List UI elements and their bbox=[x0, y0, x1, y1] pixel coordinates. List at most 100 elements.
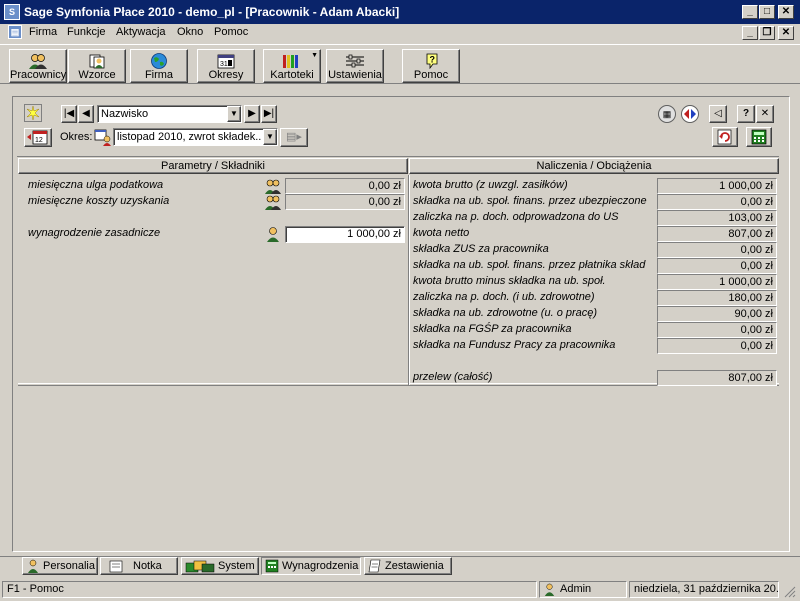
navigate-icon[interactable] bbox=[681, 105, 699, 123]
pomoc-button[interactable]: ? Pomoc bbox=[402, 49, 460, 83]
people-icon[interactable] bbox=[264, 194, 282, 210]
person-icon bbox=[28, 559, 38, 573]
prev-record-button[interactable]: ◀ bbox=[78, 105, 94, 123]
right-row-value[interactable]: 1 000,00 zł bbox=[657, 178, 777, 194]
right-row-value[interactable]: 0,00 zł bbox=[657, 242, 777, 258]
left-row-label: wynagrodzenie zasadnicze bbox=[28, 227, 161, 239]
pracownicy-button[interactable]: Pracownicy bbox=[9, 49, 67, 83]
right-row-value[interactable]: 1 000,00 zł bbox=[657, 274, 777, 290]
left-row-label: miesięczna ulga podatkowa bbox=[28, 179, 164, 191]
person-icon[interactable] bbox=[264, 226, 282, 242]
total-value[interactable]: 807,00 zł bbox=[657, 370, 777, 386]
tab-label: Wynagrodzenia bbox=[282, 560, 359, 572]
note-icon bbox=[109, 560, 123, 573]
sort-combo[interactable]: Nazwisko ▼ bbox=[97, 105, 242, 123]
menu-okno[interactable]: Okno bbox=[177, 26, 203, 38]
firma-button[interactable]: Firma bbox=[130, 49, 188, 83]
tab-zestawienia[interactable]: Zestawienia bbox=[364, 557, 452, 575]
okres-label: Okres: bbox=[60, 131, 93, 143]
svg-text:12: 12 bbox=[35, 137, 43, 144]
status-user: Admin bbox=[539, 581, 627, 598]
sort-value: Nazwisko bbox=[101, 108, 149, 120]
right-row-label: zaliczka na p. doch. odprowadzona do US bbox=[413, 211, 619, 223]
grid-view-icon[interactable]: ▦ bbox=[658, 105, 676, 123]
folders-icon bbox=[283, 55, 298, 68]
minimize-button[interactable]: _ bbox=[742, 5, 758, 19]
people-icon bbox=[29, 54, 47, 69]
wzorce-button[interactable]: Wzorce bbox=[68, 49, 126, 83]
status-date: niedziela, 31 października 20... bbox=[629, 581, 779, 598]
menu-firma[interactable]: Firma bbox=[29, 26, 57, 38]
right-row-value[interactable]: 180,00 zł bbox=[657, 290, 777, 306]
templates-icon bbox=[89, 54, 105, 69]
child-restore-button[interactable]: ❐ bbox=[759, 26, 775, 40]
right-row-label: kwota brutto minus składka na ub. społ. bbox=[413, 275, 606, 287]
back-button[interactable]: ◁ bbox=[709, 105, 727, 123]
close-button[interactable]: ✕ bbox=[778, 5, 794, 19]
system-icon bbox=[185, 560, 215, 573]
tab-label: Notka bbox=[133, 560, 162, 572]
child-close-button[interactable]: ✕ bbox=[778, 26, 794, 40]
title-bar[interactable]: S Sage Symfonia Płace 2010 - demo_pl - [… bbox=[0, 0, 800, 24]
sliders-icon bbox=[346, 54, 364, 68]
right-row-label: kwota netto bbox=[413, 227, 470, 239]
doc-icon[interactable]: ▤ bbox=[8, 25, 22, 39]
right-row-value[interactable]: 807,00 zł bbox=[657, 226, 777, 242]
globe-icon bbox=[151, 53, 167, 69]
tab-notka[interactable]: Notka bbox=[100, 557, 178, 575]
user-icon bbox=[544, 583, 555, 596]
left-row-label: miesięczne koszty uzyskania bbox=[28, 195, 170, 207]
calculator-icon bbox=[265, 559, 279, 573]
pracownicy-label: Pracownicy bbox=[10, 69, 67, 81]
right-row-value[interactable]: 0,00 zł bbox=[657, 338, 777, 354]
right-row-label: składka na Fundusz Pracy za pracownika bbox=[413, 339, 616, 351]
tab-wynagrodzenia[interactable]: Wynagrodzenia bbox=[261, 557, 361, 575]
wynagrodzenie-input[interactable]: 1 000,00 zł bbox=[285, 226, 405, 243]
left-row-value[interactable]: 0,00 zł bbox=[285, 194, 405, 210]
report-icon bbox=[368, 559, 381, 573]
right-row-label: składka na ub. społ. finans. przez ubezp… bbox=[413, 195, 647, 207]
okres-type-icon[interactable] bbox=[94, 129, 112, 146]
left-row-value[interactable]: 0,00 zł bbox=[285, 178, 405, 194]
status-user-name: Admin bbox=[560, 583, 592, 595]
tab-personalia[interactable]: Personalia bbox=[22, 557, 98, 575]
right-row-value[interactable]: 90,00 zł bbox=[657, 306, 777, 322]
right-row-value[interactable]: 0,00 zł bbox=[657, 194, 777, 210]
menu-funkcje[interactable]: Funkcje bbox=[67, 26, 106, 38]
chevron-down-icon[interactable]: ▼ bbox=[227, 106, 241, 122]
right-row-value[interactable]: 0,00 zł bbox=[657, 322, 777, 338]
child-minimize-button[interactable]: _ bbox=[742, 26, 758, 40]
toolbar: Pracownicy Wzorce Firma 31 Okresy Kartot… bbox=[0, 44, 800, 84]
dropdown-arrow-icon[interactable]: ▼ bbox=[311, 52, 318, 59]
maximize-button[interactable]: □ bbox=[759, 5, 775, 19]
right-column-header: Naliczenia / Obciążenia bbox=[409, 158, 779, 174]
calculator-icon[interactable] bbox=[746, 127, 772, 147]
new-record-icon[interactable] bbox=[24, 104, 42, 122]
last-record-button[interactable]: ▶| bbox=[261, 105, 277, 123]
help-button[interactable]: ? bbox=[737, 105, 755, 123]
resize-grip-icon[interactable] bbox=[782, 584, 796, 598]
ustawienia-button[interactable]: Ustawienia bbox=[326, 49, 384, 83]
calendar-icon: 31 bbox=[217, 54, 235, 69]
calendar-nav-icon[interactable]: 12 bbox=[24, 128, 52, 147]
refresh-icon[interactable] bbox=[712, 127, 738, 147]
panel-close-button[interactable]: ✕ bbox=[756, 105, 774, 123]
kartoteki-button[interactable]: Kartoteki ▼ bbox=[263, 49, 321, 83]
okres-list-icon[interactable]: ▤▸ bbox=[280, 128, 308, 147]
next-record-button[interactable]: ▶ bbox=[244, 105, 260, 123]
tab-label: Zestawienia bbox=[385, 560, 444, 572]
people-icon[interactable] bbox=[264, 178, 282, 194]
svg-text:?: ? bbox=[430, 55, 436, 65]
tab-system[interactable]: System bbox=[181, 557, 259, 575]
menu-pomoc[interactable]: Pomoc bbox=[214, 26, 248, 38]
menu-aktywacja[interactable]: Aktywacja bbox=[116, 26, 166, 38]
okres-combo[interactable]: listopad 2010, zwrot składek... ▼ bbox=[113, 128, 278, 146]
chevron-down-icon[interactable]: ▼ bbox=[263, 129, 277, 145]
right-row-value[interactable]: 0,00 zł bbox=[657, 258, 777, 274]
right-row-value[interactable]: 103,00 zł bbox=[657, 210, 777, 226]
app-icon[interactable]: S bbox=[4, 4, 20, 20]
okresy-button[interactable]: 31 Okresy bbox=[197, 49, 255, 83]
help-icon: ? bbox=[426, 53, 438, 69]
window-title: Sage Symfonia Płace 2010 - demo_pl - [Pr… bbox=[24, 5, 400, 19]
first-record-button[interactable]: |◀ bbox=[61, 105, 77, 123]
